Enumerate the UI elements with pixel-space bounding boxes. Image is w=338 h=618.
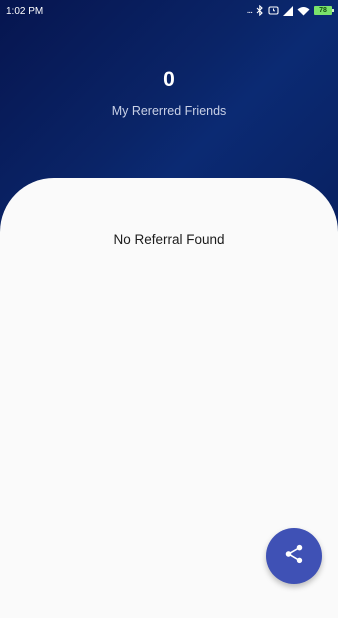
share-button[interactable] bbox=[266, 528, 322, 584]
signal-icon bbox=[283, 5, 293, 16]
alarm-icon bbox=[268, 5, 279, 16]
battery-level: 78 bbox=[319, 7, 327, 15]
referral-count: 0 bbox=[163, 68, 175, 91]
empty-state-message: No Referral Found bbox=[113, 232, 225, 247]
wifi-icon bbox=[297, 5, 310, 16]
status-time: 1:02 PM bbox=[6, 5, 44, 17]
status-bar-right: ... 78 bbox=[246, 5, 334, 17]
status-bar-left: 1:02 PM bbox=[6, 6, 43, 17]
bluetooth-icon bbox=[256, 5, 264, 17]
referral-count-label: My Rererred Friends bbox=[111, 104, 227, 118]
share-icon bbox=[283, 543, 305, 570]
battery-icon: 78 bbox=[314, 6, 334, 16]
status-bar: 1:02 PM ... 78 bbox=[0, 0, 338, 22]
notification-dots: ... bbox=[246, 5, 253, 17]
